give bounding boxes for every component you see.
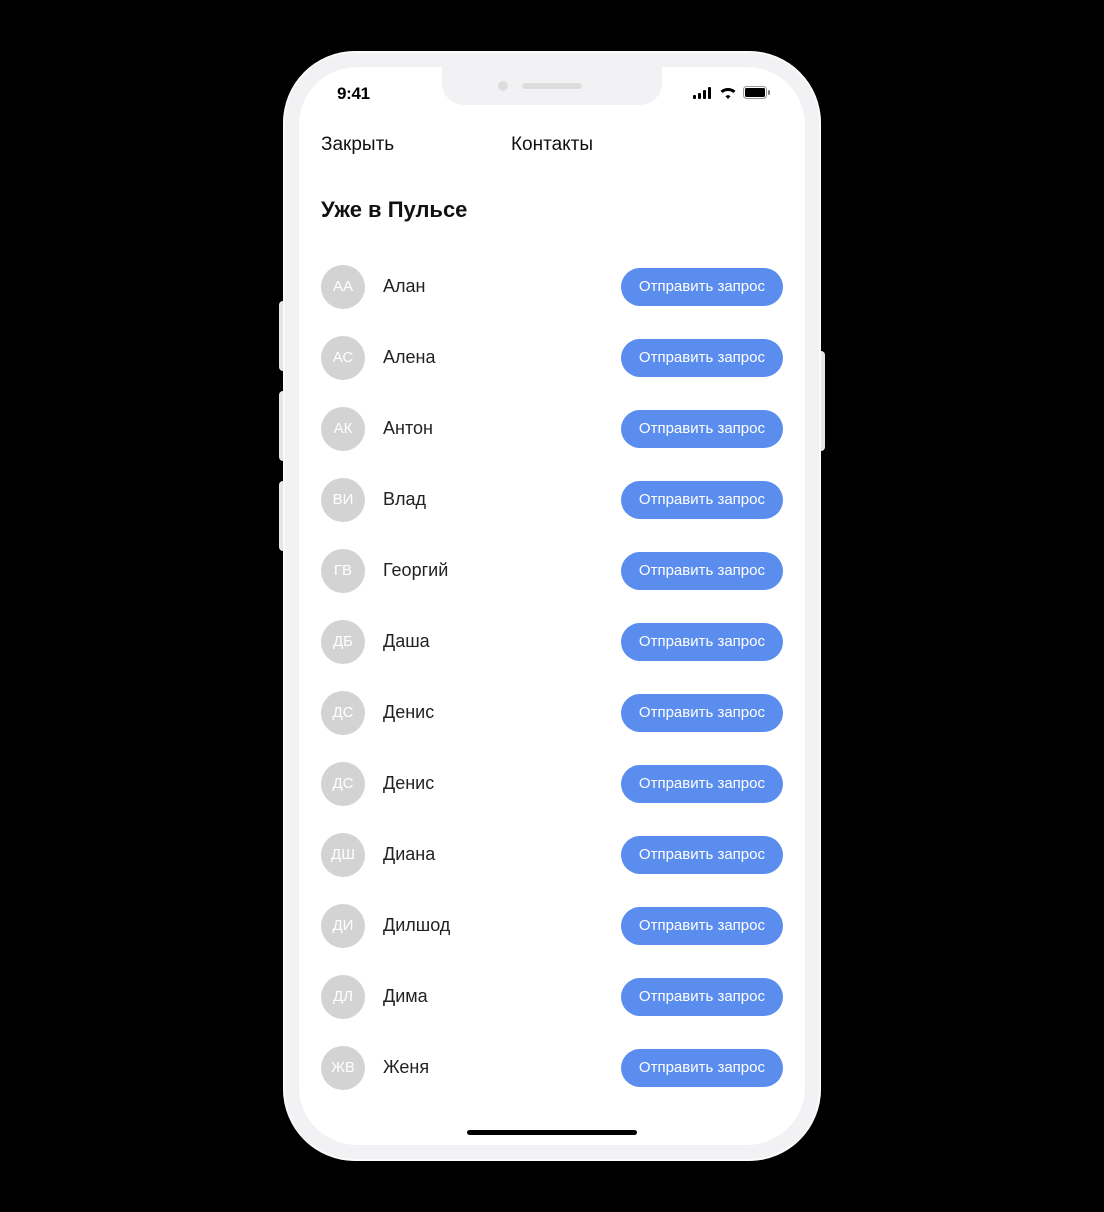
battery-icon xyxy=(743,84,771,104)
contact-name: Алан xyxy=(383,276,621,297)
status-time: 9:41 xyxy=(337,84,370,104)
contact-row[interactable]: ДИ ДилшодОтправить запрос xyxy=(321,890,783,961)
contact-row[interactable]: ВИ ВладОтправить запрос xyxy=(321,464,783,535)
avatar: АС xyxy=(321,336,365,380)
send-request-button[interactable]: Отправить запрос xyxy=(621,1049,783,1087)
contact-list: АААланОтправить запросАСАленаОтправить з… xyxy=(321,251,783,1103)
contact-name: Георгий xyxy=(383,560,621,581)
send-request-button[interactable]: Отправить запрос xyxy=(621,339,783,377)
status-icons xyxy=(693,84,771,104)
contact-name: Влад xyxy=(383,489,621,510)
contact-name: Алена xyxy=(383,347,621,368)
contact-name: Дима xyxy=(383,986,621,1007)
phone-frame: 9:41 Закрыть Контакты Уже в Пульсе АА Ала… xyxy=(283,51,821,1161)
avatar: ДС xyxy=(321,691,365,735)
screen: 9:41 Закрыть Контакты Уже в Пульсе АА Ала… xyxy=(299,67,805,1145)
send-request-button[interactable]: Отправить запрос xyxy=(621,410,783,448)
contact-name: Диана xyxy=(383,844,621,865)
avatar: ДЛ xyxy=(321,975,365,1019)
avatar: АА xyxy=(321,265,365,309)
notch xyxy=(442,67,662,105)
send-request-button[interactable]: Отправить запрос xyxy=(621,552,783,590)
contact-row[interactable]: ЖВ ЖеняОтправить запрос xyxy=(321,1032,783,1103)
avatar: ДБ xyxy=(321,620,365,664)
close-button[interactable]: Закрыть xyxy=(321,134,394,156)
contact-row[interactable]: ДС ДенисОтправить запрос xyxy=(321,677,783,748)
avatar: ДИ xyxy=(321,904,365,948)
contact-row[interactable]: ГВ ГеоргийОтправить запрос xyxy=(321,535,783,606)
page-title: Контакты xyxy=(511,134,593,156)
contact-name: Даша xyxy=(383,631,621,652)
avatar: ВИ xyxy=(321,478,365,522)
send-request-button[interactable]: Отправить запрос xyxy=(621,694,783,732)
contact-row[interactable]: АА АланОтправить запрос xyxy=(321,251,783,322)
contact-name: Денис xyxy=(383,773,621,794)
contact-row[interactable]: АС АленаОтправить запрос xyxy=(321,322,783,393)
wifi-icon xyxy=(719,84,737,104)
send-request-button[interactable]: Отправить запрос xyxy=(621,268,783,306)
nav-bar: Закрыть Контакты xyxy=(299,121,805,169)
avatar: ГВ xyxy=(321,549,365,593)
contact-name: Антон xyxy=(383,418,621,439)
send-request-button[interactable]: Отправить запрос xyxy=(621,481,783,519)
contact-row[interactable]: ДС ДенисОтправить запрос xyxy=(321,748,783,819)
home-indicator[interactable] xyxy=(467,1130,637,1135)
send-request-button[interactable]: Отправить запрос xyxy=(621,836,783,874)
avatar: ЖВ xyxy=(321,1046,365,1090)
send-request-button[interactable]: Отправить запрос xyxy=(621,623,783,661)
contact-name: Дилшод xyxy=(383,915,621,936)
avatar: АК xyxy=(321,407,365,451)
send-request-button[interactable]: Отправить запрос xyxy=(621,765,783,803)
section-title: Уже в Пульсе xyxy=(321,197,783,223)
contact-row[interactable]: АК АнтонОтправить запрос xyxy=(321,393,783,464)
send-request-button[interactable]: Отправить запрос xyxy=(621,907,783,945)
avatar: ДШ xyxy=(321,833,365,877)
contact-name: Женя xyxy=(383,1057,621,1078)
contact-row[interactable]: ДБ ДашаОтправить запрос xyxy=(321,606,783,677)
contact-row[interactable]: ДШ ДианаОтправить запрос xyxy=(321,819,783,890)
contact-row[interactable]: ДЛ ДимаОтправить запрос xyxy=(321,961,783,1032)
content: Уже в Пульсе АААланОтправить запросАСАле… xyxy=(299,169,805,1103)
avatar: ДС xyxy=(321,762,365,806)
cellular-icon xyxy=(693,84,713,104)
contact-name: Денис xyxy=(383,702,621,723)
send-request-button[interactable]: Отправить запрос xyxy=(621,978,783,1016)
